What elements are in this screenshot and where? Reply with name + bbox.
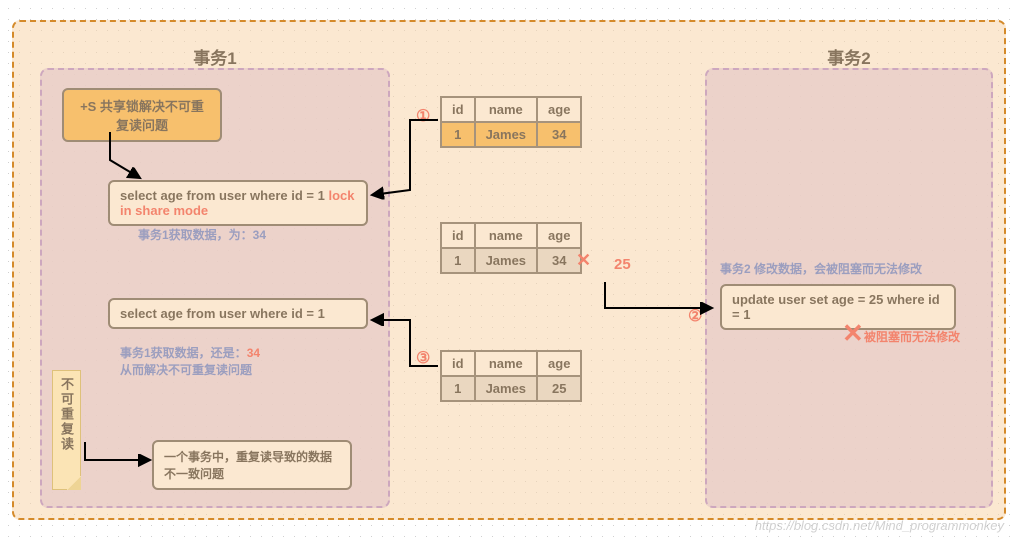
arrow-table3-to-query2: [370, 318, 450, 378]
arrow-table2-to-tx2: [600, 280, 720, 330]
arrow-sticky-to-explain: [80, 440, 160, 480]
arrow-lock-to-query: [100, 130, 160, 190]
diagram-outer: [12, 20, 1006, 520]
watermark: https://blog.csdn.net/Mind_programmonkey: [755, 518, 1004, 533]
arrow-table1-to-query1: [370, 110, 450, 200]
